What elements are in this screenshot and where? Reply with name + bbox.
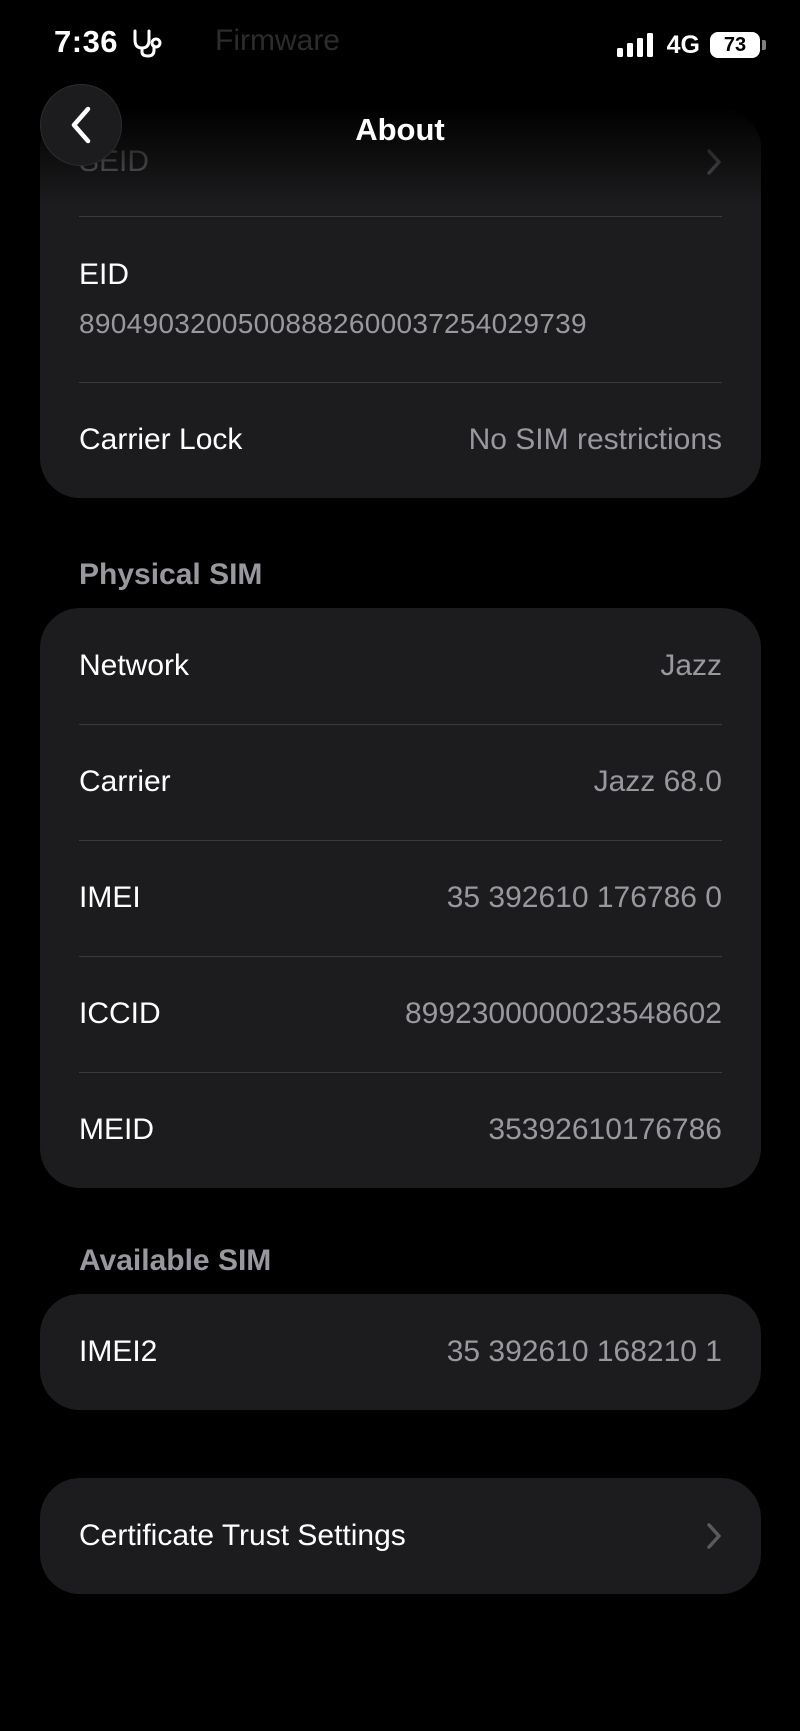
imei2-row: IMEI2 35 392610 168210 1 <box>40 1294 761 1410</box>
status-time: 7:36 <box>54 24 119 59</box>
carrier-label: Carrier <box>79 765 171 798</box>
stethoscope-icon <box>133 29 162 58</box>
network-label: Network <box>79 649 190 682</box>
status-indicators: 4G 73 <box>616 28 766 62</box>
iccid-label: ICCID <box>79 997 161 1030</box>
eid-value: 89049032005008882600037254029739 <box>79 308 587 339</box>
chevron-right-icon <box>707 1523 721 1549</box>
imei-value: 35 392610 176786 0 <box>446 881 722 914</box>
nav-bar: About <box>0 82 800 178</box>
certificate-trust-settings-label: Certificate Trust Settings <box>79 1519 406 1552</box>
carrier-lock-value: No SIM restrictions <box>468 423 722 456</box>
available-sim-header: Available SIM <box>79 1244 272 1277</box>
carrier-value: Jazz 68.0 <box>593 765 722 798</box>
status-bar: 7:36 Firmware 4G 73 <box>0 0 800 92</box>
available-sim-group: IMEI2 35 392610 168210 1 <box>40 1294 761 1410</box>
battery-level: 73 <box>723 34 747 56</box>
network-value: Jazz <box>660 649 722 682</box>
carrier-row: Carrier Jazz 68.0 <box>40 724 761 840</box>
imei2-label: IMEI2 <box>79 1335 158 1368</box>
network-row: Network Jazz <box>40 608 761 724</box>
page-title: About <box>355 112 445 147</box>
meid-label: MEID <box>79 1113 154 1146</box>
eid-row: EID 89049032005008882600037254029739 <box>40 216 761 382</box>
imei-label: IMEI <box>79 881 141 914</box>
meid-value: 35392610176786 <box>488 1113 722 1146</box>
iccid-value: 8992300000023548602 <box>404 997 722 1030</box>
certificate-group: Certificate Trust Settings <box>40 1478 761 1594</box>
imei2-value: 35 392610 168210 1 <box>446 1335 722 1368</box>
eid-label: EID <box>79 258 130 291</box>
certificate-trust-settings-row[interactable]: Certificate Trust Settings <box>40 1478 761 1594</box>
meid-row: MEID 35392610176786 <box>40 1072 761 1188</box>
physical-sim-header: Physical SIM <box>79 558 263 591</box>
network-type: 4G <box>666 30 700 59</box>
scrolled-title-ghost: Firmware <box>215 24 340 57</box>
carrier-lock-row: Carrier Lock No SIM restrictions <box>40 382 761 498</box>
physical-sim-group: Network Jazz Carrier Jazz 68.0 IMEI 35 3… <box>40 608 761 1188</box>
iccid-row: ICCID 8992300000023548602 <box>40 956 761 1072</box>
cellular-signal-icon <box>616 33 657 57</box>
battery-icon: 73 <box>710 32 766 58</box>
imei-row: IMEI 35 392610 176786 0 <box>40 840 761 956</box>
carrier-lock-label: Carrier Lock <box>79 423 243 456</box>
